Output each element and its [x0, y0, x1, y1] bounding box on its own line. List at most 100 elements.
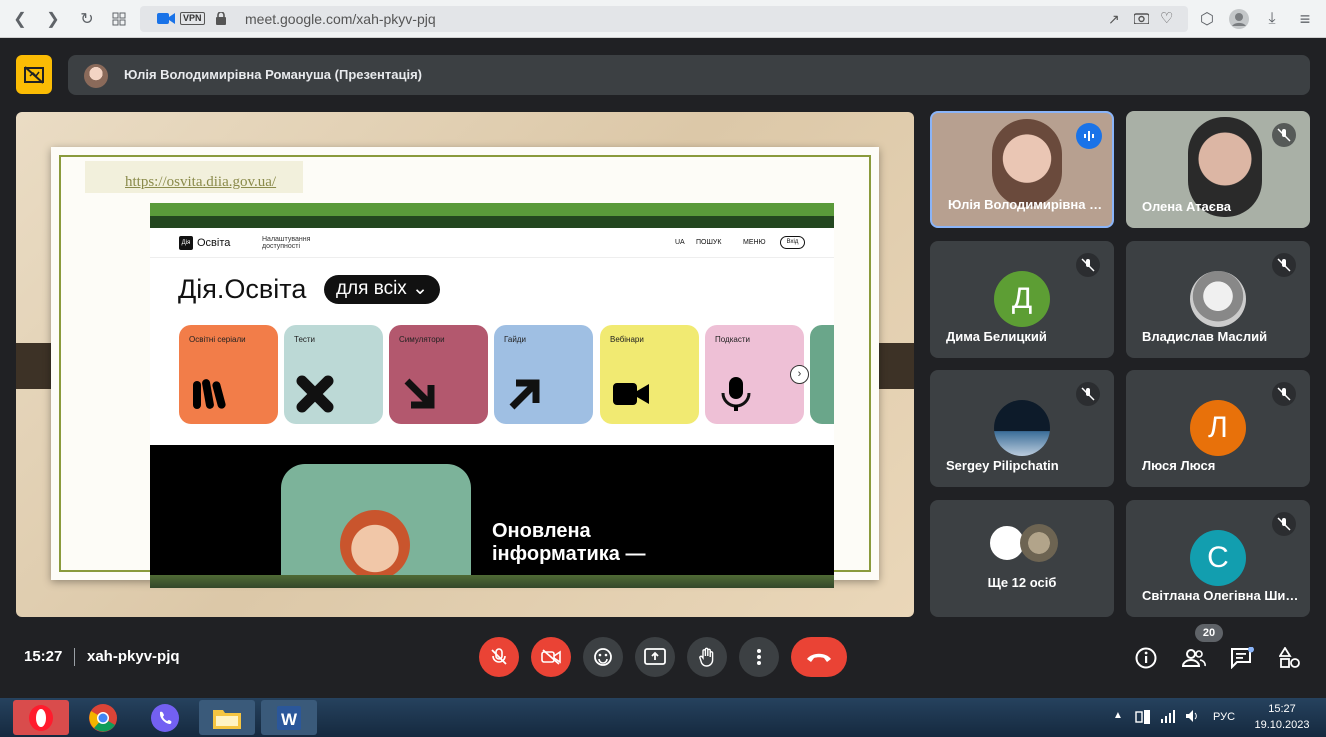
system-date[interactable]: 19.10.2023 [1250, 719, 1314, 731]
slide-link[interactable]: https://osvita.diia.gov.ua/ [125, 174, 276, 191]
camera-off-button[interactable] [531, 637, 571, 677]
participant-tile[interactable]: С Світлана Олегівна Ширшова [1126, 500, 1310, 617]
participant-avatar: Д [994, 271, 1050, 327]
website-screenshot: Дія Освіта Налаштування доступності UA П… [150, 203, 834, 588]
card-label: Гайди [504, 335, 526, 344]
arrow-down-right-icon [404, 378, 435, 409]
participant-tile[interactable]: Юлія Володимирівна Романуша [930, 111, 1114, 228]
system-time[interactable]: 15:27 [1254, 703, 1310, 715]
site-card: Освітні серіали [179, 325, 278, 424]
participant-count-badge: 20 [1195, 624, 1223, 642]
accessibility-link: Налаштування доступності [262, 236, 310, 250]
mic-glyph-icon [721, 377, 751, 411]
reload-icon[interactable]: ↻ [76, 8, 98, 30]
participant-video [992, 119, 1062, 207]
site-logo-text: Освіта [197, 237, 231, 249]
arrow-up-right-icon [509, 379, 540, 410]
presentation-banner: Юлія Володимирівна Романуша (Презентація… [68, 55, 1310, 95]
vpn-badge[interactable]: VPN [180, 12, 205, 25]
mic-off-icon [1272, 253, 1296, 277]
participant-name: Юлія Володимирівна Романуша [948, 197, 1108, 212]
presenter-title: Юлія Володимирівна Романуша (Презентація… [124, 67, 422, 82]
meeting-code: xah-pkyv-pjq [87, 648, 180, 665]
more-participants-label: Ще 12 осіб [987, 575, 1057, 590]
screenshot-tabbar [150, 203, 834, 216]
video-glyph-icon [613, 383, 649, 405]
participant-tile[interactable]: Владислав Маслий [1126, 241, 1310, 358]
participant-tile[interactable]: Л Люся Люся [1126, 370, 1310, 487]
keyboard-language[interactable]: РУС [1213, 711, 1235, 723]
participant-tile[interactable]: Олена Атаєва [1126, 111, 1310, 228]
opera-icon[interactable] [13, 700, 69, 735]
site-card: Симулятори [389, 325, 488, 424]
site-card: Вебінари [600, 325, 699, 424]
mic-off-icon [1272, 123, 1296, 147]
url-text[interactable]: meet.google.com/xah-pkyv-pjq [245, 11, 436, 27]
participant-name: Владислав Маслий [1142, 329, 1268, 344]
word-icon[interactable]: W [261, 700, 317, 735]
leave-call-button[interactable] [791, 637, 847, 677]
site-lang: UA [675, 239, 685, 246]
participant-name: Люся Люся [1142, 458, 1216, 473]
participant-tile[interactable]: Sergey Pilipchatin [930, 370, 1114, 487]
back-icon[interactable]: ❮ [9, 8, 31, 30]
file-explorer-icon[interactable] [199, 700, 255, 735]
site-search: ПОШУК [696, 239, 722, 246]
mic-off-icon [1076, 382, 1100, 406]
browser-toolbar: ❮ ❯ ↻ VPN meet.google.com/xah-pkyv-pjq ↗… [0, 0, 1326, 38]
lock-icon[interactable] [216, 11, 226, 30]
carousel-next-icon: › [790, 365, 809, 384]
presentation-slide: https://osvita.diia.gov.ua/ Дія Освіта Н… [51, 147, 879, 588]
participant-name: Дима Белицкий [946, 329, 1047, 344]
site-menu: МЕНЮ [743, 239, 766, 246]
camera-icon [157, 12, 175, 30]
more-options-button[interactable] [739, 637, 779, 677]
address-bar[interactable]: VPN meet.google.com/xah-pkyv-pjq ↗ ♡ [140, 6, 1188, 32]
share-icon[interactable]: ↗ [1108, 11, 1120, 28]
site-header: Дія Освіта Налаштування доступності UA П… [150, 228, 834, 258]
signal-icon[interactable] [1160, 709, 1176, 728]
participant-avatar: Л [1190, 400, 1246, 456]
site-logo-mark: Дія [179, 236, 193, 250]
card-label: Вебінари [610, 335, 644, 344]
raise-hand-button[interactable] [687, 637, 727, 677]
profile-icon[interactable] [1228, 8, 1250, 30]
network-adapter-icon[interactable] [1135, 709, 1151, 730]
banner-line: інформатика — [492, 543, 646, 565]
presenter-avatar [84, 64, 108, 88]
forward-icon[interactable]: ❯ [42, 8, 64, 30]
tray-expand-icon[interactable]: ▲ [1113, 710, 1123, 721]
more-participants-tile[interactable]: Ще 12 осіб [930, 500, 1114, 617]
snapshot-icon[interactable] [1133, 11, 1150, 29]
menu-icon[interactable]: ≡ [1294, 8, 1316, 30]
activities-icon[interactable] [1276, 644, 1304, 672]
reactions-button[interactable] [583, 637, 623, 677]
heart-icon[interactable]: ♡ [1160, 9, 1173, 27]
participant-avatar [1020, 524, 1058, 562]
meeting-clock: 15:27 [24, 648, 63, 665]
viber-icon[interactable] [137, 700, 193, 735]
people-icon[interactable] [1180, 644, 1208, 672]
speaking-indicator-icon [1076, 123, 1102, 149]
mic-off-button[interactable] [479, 637, 519, 677]
chat-icon[interactable] [1228, 644, 1256, 672]
download-icon[interactable]: ⤓ [1261, 8, 1283, 30]
cube-icon[interactable]: ⬡ [1196, 8, 1218, 30]
meeting-info-icon[interactable] [1132, 644, 1160, 672]
volume-icon[interactable] [1185, 709, 1201, 728]
cross-glyph-icon [296, 375, 334, 413]
meeting-controls: 15:27 xah-pkyv-pjq 20 [0, 620, 1326, 698]
site-banner: Оновлена інформатика — [150, 445, 834, 588]
card-label: Подкасти [715, 335, 750, 344]
participant-tile[interactable]: Д Дима Белицкий [930, 241, 1114, 358]
tabs-grid-icon[interactable] [108, 8, 130, 30]
banner-character [340, 510, 410, 580]
svg-text:W: W [281, 710, 298, 729]
participant-name: Олена Атаєва [1142, 199, 1231, 214]
stop-presenting-icon[interactable] [16, 55, 52, 94]
chrome-icon[interactable] [75, 700, 131, 735]
screenshot-taskbar [150, 575, 834, 588]
present-button[interactable] [635, 637, 675, 677]
series-glyph-icon [193, 379, 226, 409]
site-card-partial [810, 325, 834, 424]
